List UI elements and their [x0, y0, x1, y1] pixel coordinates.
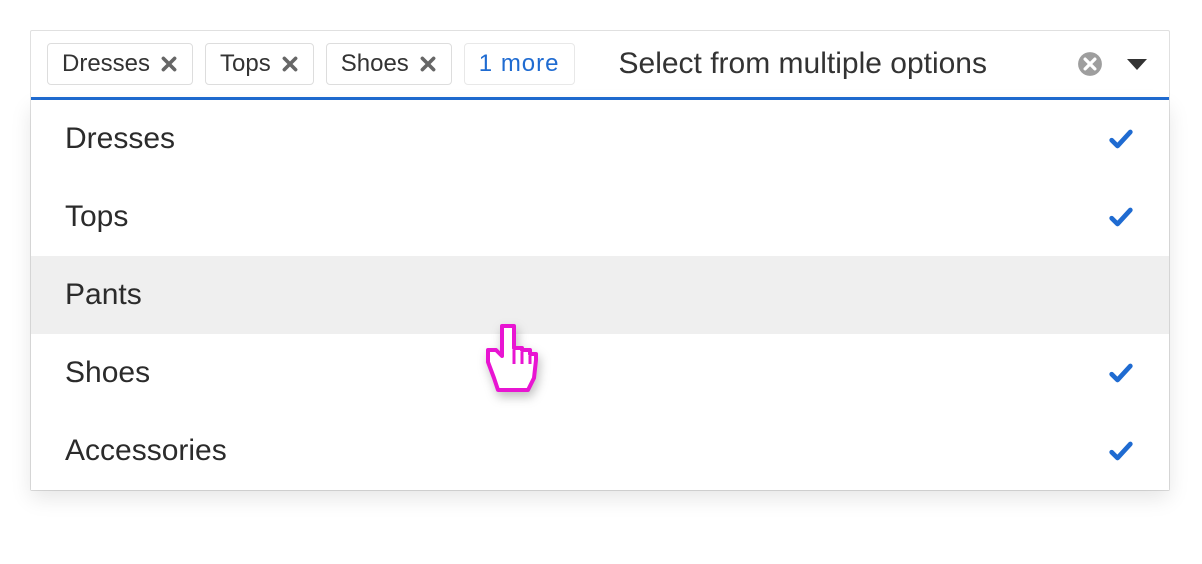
option-label: Dresses [65, 122, 175, 156]
multiselect-placeholder: Select from multiple options [619, 47, 1066, 81]
check-icon [1107, 359, 1135, 387]
chip-label: Dresses [62, 50, 150, 78]
option-label: Tops [65, 200, 128, 234]
chip-label: Tops [220, 50, 271, 78]
check-icon [1107, 203, 1135, 231]
check-icon [1107, 437, 1135, 465]
option-accessories[interactable]: Accessories [31, 412, 1169, 490]
option-label: Accessories [65, 434, 227, 468]
option-pants[interactable]: Pants [31, 256, 1169, 334]
option-dresses[interactable]: Dresses [31, 100, 1169, 178]
chevron-down-icon[interactable] [1127, 59, 1147, 70]
more-chips-link[interactable]: 1 more [464, 43, 575, 85]
remove-chip-icon[interactable] [419, 55, 437, 73]
dropdown-panel: Dresses Tops Pants Shoes Accessories [31, 100, 1169, 490]
chip-dresses[interactable]: Dresses [47, 43, 193, 85]
clear-all-icon[interactable] [1077, 51, 1103, 77]
multiselect-header[interactable]: Dresses Tops Shoes 1 more Select from mu… [31, 31, 1169, 100]
chip-label: Shoes [341, 50, 409, 78]
remove-chip-icon[interactable] [160, 55, 178, 73]
option-label: Pants [65, 278, 142, 312]
check-icon [1107, 125, 1135, 153]
chip-shoes[interactable]: Shoes [326, 43, 452, 85]
option-tops[interactable]: Tops [31, 178, 1169, 256]
remove-chip-icon[interactable] [281, 55, 299, 73]
option-shoes[interactable]: Shoes [31, 334, 1169, 412]
chip-tops[interactable]: Tops [205, 43, 314, 85]
multiselect: Dresses Tops Shoes 1 more Select from mu… [30, 30, 1170, 491]
option-label: Shoes [65, 356, 150, 390]
